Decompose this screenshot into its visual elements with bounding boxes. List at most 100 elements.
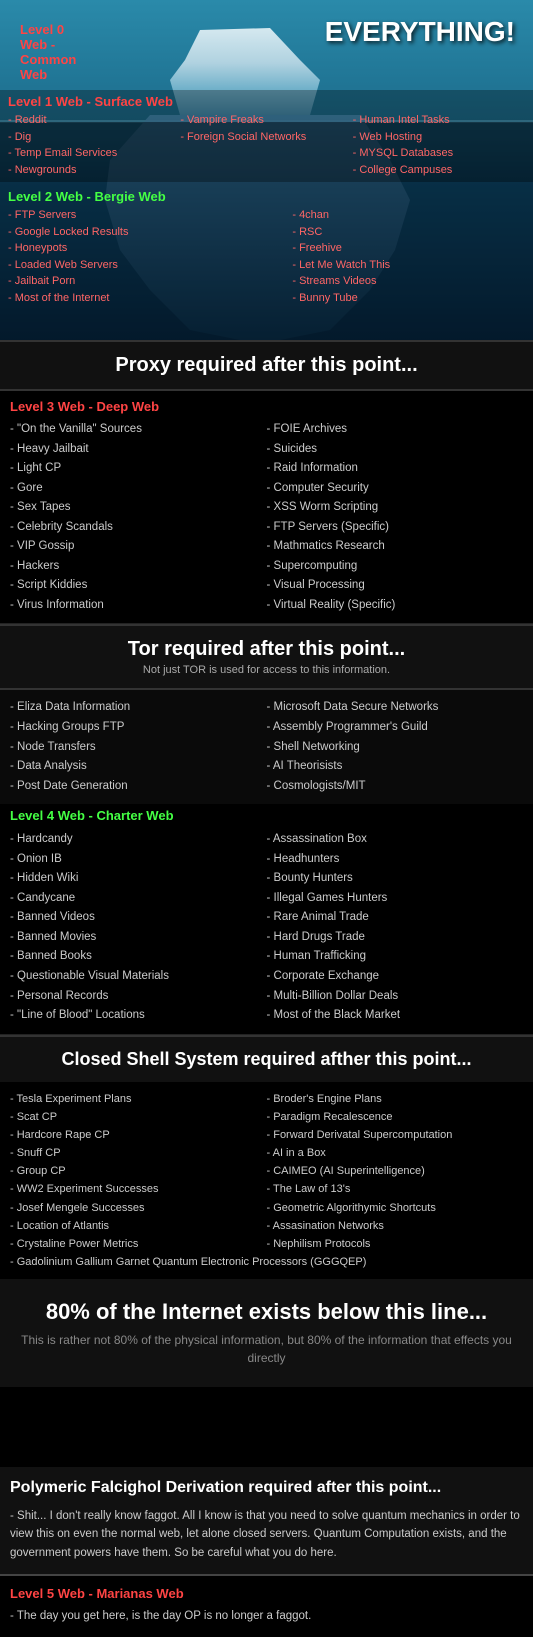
level4-header-section: Level 4 Web - Charter Web (0, 804, 533, 823)
level2-item-8: - RSC (292, 224, 525, 241)
tor-divider-title: Tor required after this point... (8, 638, 525, 661)
level1-item-5: - Vampire Freaks (180, 112, 352, 129)
l3-item-5: - Sex Tapes (10, 498, 267, 518)
tor-items-section: - Eliza Data Information - Hacking Group… (0, 690, 533, 804)
level1-section: Level 1 Web - Surface Web - Reddit - Dig… (0, 90, 533, 182)
l3-item-15: - XSS Worm Scripting (267, 498, 524, 518)
l3-item-4: - Gore (10, 479, 267, 499)
cs-item-15: - The Law of 13's (267, 1180, 524, 1198)
tor-divider-subtitle: Not just TOR is used for access to this … (8, 664, 525, 676)
cs-item-13: - AI in a Box (267, 1144, 524, 1162)
l4-item-3: - Hidden Wiki (10, 869, 267, 889)
l3-item-8: - Hackers (10, 557, 267, 577)
proxy-divider: Proxy required after this point... (0, 340, 533, 391)
level2-item-7: - 4chan (292, 207, 525, 224)
l3-item-14: - Computer Security (267, 479, 524, 499)
l4-item-12: - Headhunters (267, 850, 524, 870)
level1-item-7: - Human Intel Tasks (353, 112, 525, 129)
closed-shell-col1: - Tesla Experiment Plans - Scat CP - Har… (10, 1090, 267, 1253)
level2-item-11: - Streams Videos (292, 273, 525, 290)
proxy-divider-title: Proxy required after this point... (8, 354, 525, 377)
cs-item-1: - Tesla Experiment Plans (10, 1090, 267, 1108)
level4-col2: - Assassination Box - Headhunters - Boun… (267, 830, 524, 1025)
l4-item-8: - Questionable Visual Materials (10, 967, 267, 987)
l3-item-20: - Virtual Reality (Specific) (267, 596, 524, 616)
cs-item-18: - Nephilism Protocols (267, 1235, 524, 1253)
level1-item-2: - Dig (8, 129, 180, 146)
l3-item-16: - FTP Servers (Specific) (267, 518, 524, 538)
tor-item-7: - Assembly Programmer's Guild (267, 718, 524, 738)
level2-item-4: - Loaded Web Servers (8, 257, 292, 274)
cs-item-12: - Forward Derivatal Supercomputation (267, 1126, 524, 1144)
tor-col1: - Eliza Data Information - Hacking Group… (10, 698, 267, 796)
level1-item-9: - MYSQL Databases (353, 145, 525, 162)
cs-item-7: - Josef Mengele Successes (10, 1199, 267, 1217)
cs-item-8: - Location of Atlantis (10, 1217, 267, 1235)
l3-item-1: - "On the Vanilla" Sources (10, 420, 267, 440)
tor-col2: - Microsoft Data Secure Networks - Assem… (267, 698, 524, 796)
level5-item: - The day you get here, is the day OP is… (10, 1607, 523, 1627)
level2-item-3: - Honeypots (8, 240, 292, 257)
l3-item-3: - Light CP (10, 459, 267, 479)
l3-item-9: - Script Kiddies (10, 576, 267, 596)
level4-section: - Hardcandy - Onion IB - Hidden Wiki - C… (0, 826, 533, 1034)
level3-header: Level 3 Web - Deep Web (10, 399, 523, 414)
l4-item-1: - Hardcandy (10, 830, 267, 850)
l4-item-11: - Assassination Box (267, 830, 524, 850)
closed-shell-col2: - Broder's Engine Plans - Paradigm Recal… (267, 1090, 524, 1253)
l4-item-15: - Rare Animal Trade (267, 908, 524, 928)
cs-item-long: - Gadolinium Gallium Garnet Quantum Elec… (10, 1253, 523, 1271)
tor-item-10: - Cosmologists/MIT (267, 777, 524, 797)
closed-shell-content: - Tesla Experiment Plans - Scat CP - Har… (0, 1082, 533, 1279)
level2-header: Level 2 Web - Bergie Web (8, 189, 525, 204)
dark-gap (0, 1387, 533, 1467)
polymeric-section: Polymeric Falcighol Derivation required … (0, 1467, 533, 1574)
iceberg-section: Level 0 Web - Common Web EVERYTHING! Lev… (0, 0, 533, 340)
level1-col1: - Reddit - Dig - Temp Email Services - N… (8, 112, 180, 178)
eighty-subtitle: This is rather not 80% of the physical i… (10, 1331, 523, 1367)
cs-item-4: - Snuff CP (10, 1144, 267, 1162)
l4-item-5: - Banned Videos (10, 908, 267, 928)
cs-item-5: - Group CP (10, 1162, 267, 1180)
cs-item-14: - CAIMEO (AI Superintelligence) (267, 1162, 524, 1180)
everything-label: EVERYTHING! (325, 16, 515, 48)
l3-item-12: - Suicides (267, 440, 524, 460)
l4-item-18: - Corporate Exchange (267, 967, 524, 987)
tor-item-2: - Hacking Groups FTP (10, 718, 267, 738)
l4-item-17: - Human Trafficking (267, 947, 524, 967)
closed-shell-divider: Closed Shell System required afther this… (0, 1035, 533, 1082)
cs-item-2: - Scat CP (10, 1108, 267, 1126)
level2-item-12: - Bunny Tube (292, 290, 525, 307)
level2-item-5: - Jailbait Porn (8, 273, 292, 290)
level2-item-9: - Freehive (292, 240, 525, 257)
level2-item-10: - Let Me Watch This (292, 257, 525, 274)
level5-header: Level 5 Web - Marianas Web (10, 1586, 523, 1601)
polymeric-title: Polymeric Falcighol Derivation required … (10, 1479, 523, 1497)
cs-item-3: - Hardcore Rape CP (10, 1126, 267, 1144)
level1-col3: - Human Intel Tasks - Web Hosting - MYSQ… (353, 112, 525, 178)
l3-item-11: - FOIE Archives (267, 420, 524, 440)
cs-item-6: - WW2 Experiment Successes (10, 1180, 267, 1198)
level3-section: Level 3 Web - Deep Web - "On the Vanilla… (0, 391, 533, 624)
level5-section: Level 5 Web - Marianas Web - The day you… (0, 1574, 533, 1637)
level3-col1: - "On the Vanilla" Sources - Heavy Jailb… (10, 420, 267, 615)
level4-col1: - Hardcandy - Onion IB - Hidden Wiki - C… (10, 830, 267, 1025)
level1-item-1: - Reddit (8, 112, 180, 129)
cs-item-9: - Crystaline Power Metrics (10, 1235, 267, 1253)
l3-item-17: - Mathmatics Research (267, 537, 524, 557)
l3-item-18: - Supercomputing (267, 557, 524, 577)
tor-item-9: - AI Theorisists (267, 757, 524, 777)
l3-item-7: - VIP Gossip (10, 537, 267, 557)
level1-item-6: - Foreign Social Networks (180, 129, 352, 146)
l3-item-13: - Raid Information (267, 459, 524, 479)
l3-item-2: - Heavy Jailbait (10, 440, 267, 460)
eighty-title: 80% of the Internet exists below this li… (10, 1299, 523, 1325)
l4-item-4: - Candycane (10, 889, 267, 909)
cs-item-11: - Paradigm Recalescence (267, 1108, 524, 1126)
tor-item-8: - Shell Networking (267, 738, 524, 758)
l4-item-14: - Illegal Games Hunters (267, 889, 524, 909)
l4-item-20: - Most of the Black Market (267, 1006, 524, 1026)
level1-item-4: - Newgrounds (8, 162, 180, 179)
level0-label: Level 0 Web - Common Web (20, 22, 76, 82)
cs-item-16: - Geometric Algorithymic Shortcuts (267, 1199, 524, 1217)
